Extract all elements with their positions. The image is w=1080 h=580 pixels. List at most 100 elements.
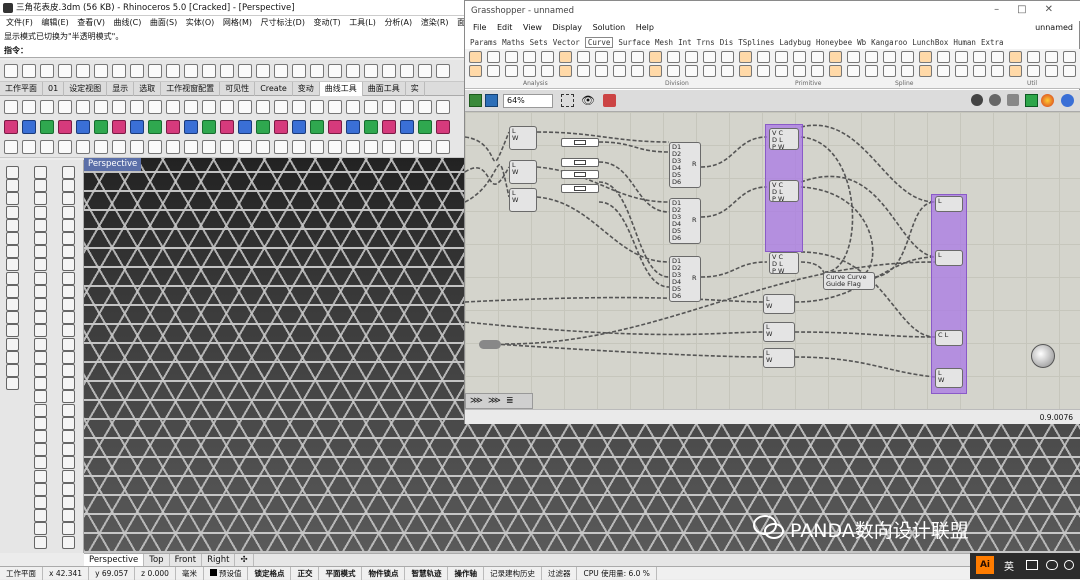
sidebar-tool-button[interactable] [62,258,75,272]
sidebar-tool-button[interactable] [62,205,75,219]
toolbar-button[interactable] [328,140,342,154]
toolbar-button[interactable] [184,64,198,78]
gh-node-rebuild-3[interactable]: D1 D2 D3 D4 D5 D6 R [669,256,701,302]
gh-component-button[interactable] [883,65,896,77]
toolbar-button[interactable] [148,64,162,78]
gh-component-button[interactable] [739,51,752,63]
toolbar-button[interactable] [382,120,396,134]
gh-component-button[interactable] [919,65,932,77]
gh-tab-curve[interactable]: Curve [584,37,614,48]
gh-component-button[interactable] [469,65,482,77]
toolbar-button[interactable] [292,140,306,154]
gh-tab-surface[interactable]: Surface [618,38,650,47]
sidebar-tool-button[interactable] [6,192,19,206]
gh-component-button[interactable] [811,65,824,77]
gh-tab-maths[interactable]: Maths [502,38,525,47]
toolbar-button[interactable] [346,120,360,134]
toolbar-button[interactable] [382,64,396,78]
open-file-icon[interactable] [469,94,482,107]
gh-component-button[interactable] [1045,51,1058,63]
toolbar-button[interactable] [94,140,108,154]
gh-component-button[interactable] [613,65,626,77]
gh-component-button[interactable] [649,51,662,63]
gh-component-button[interactable] [829,65,842,77]
gh-node-vdp-1[interactable]: V CD LP W [769,128,799,151]
sidebar-tool-button[interactable] [62,482,75,496]
toggle-history[interactable]: 记录建构历史 [484,567,542,580]
sidebar-tool-button[interactable] [6,166,19,179]
toolbar-button[interactable] [184,120,198,134]
sidebar-tool-button[interactable] [34,179,47,193]
sidebar-tool-button[interactable] [34,324,47,338]
toolbar-button[interactable] [220,64,234,78]
sidebar-tool-button[interactable] [34,482,47,496]
zoom-extents-icon[interactable] [561,94,574,107]
toolbar-button[interactable] [364,100,378,114]
tab-set-view[interactable]: 设定视图 [64,82,108,96]
menu-transform[interactable]: 变动(T) [314,18,341,27]
toolbar-button[interactable] [346,140,360,154]
gh-tab-mesh[interactable]: Mesh [655,38,673,47]
gh-toggle[interactable] [479,340,501,349]
gh-component-button[interactable] [793,51,806,63]
gh-component-button[interactable] [523,65,536,77]
sidebar-tool-button[interactable] [34,311,47,325]
gh-component-button[interactable] [883,51,896,63]
tab-select[interactable]: 选取 [134,82,162,96]
gh-node-out-4[interactable]: LW [935,368,963,388]
toolbar-button[interactable] [346,64,360,78]
tab-transform[interactable]: 变动 [293,82,320,96]
display-options-icon[interactable] [1061,94,1074,107]
sidebar-tool-button[interactable] [34,456,47,470]
sidebar-tool-button[interactable] [34,245,47,259]
toolbar-button[interactable] [292,64,306,78]
toolbar-button[interactable] [40,140,54,154]
gh-component-button[interactable] [1045,65,1058,77]
toggle-osnap[interactable]: 物件锁点 [362,567,406,580]
toolbar-button[interactable] [40,64,54,78]
toolbar-button[interactable] [76,64,90,78]
tab-curve-tools[interactable]: 曲线工具 [319,82,363,96]
gh-menu-edit[interactable]: Edit [497,23,513,32]
gh-node-out-1[interactable]: L [935,196,963,212]
toolbar-button[interactable] [112,140,126,154]
toolbar-button[interactable] [436,120,450,134]
gh-node-input-3[interactable]: L W [509,188,537,212]
sidebar-tool-button[interactable] [6,364,19,377]
toggle-grid-snap[interactable]: 锁定格点 [248,567,292,580]
wire-display-icon[interactable]: ⋙ [470,396,483,406]
tab-cplane[interactable]: 工作平面 [0,82,43,96]
gh-component-button[interactable] [577,51,590,63]
gh-component-button[interactable] [721,51,734,63]
settings-icon[interactable] [1064,560,1074,570]
keyboard-icon[interactable] [1026,560,1038,570]
toolbar-button[interactable] [364,120,378,134]
toolbar-button[interactable] [220,120,234,134]
gh-component-button[interactable] [469,51,482,63]
toolbar-button[interactable] [310,64,324,78]
gh-menu-solution[interactable]: Solution [593,23,626,32]
preview-shaded-icon[interactable] [1007,94,1019,106]
preview-selected-icon[interactable] [1025,94,1038,107]
sidebar-tool-button[interactable] [62,284,75,298]
toolbar-button[interactable] [58,140,72,154]
gh-component-button[interactable] [667,51,680,63]
sidebar-tool-button[interactable] [34,377,47,391]
gh-menu-file[interactable]: File [473,23,486,32]
gh-component-button[interactable] [919,51,932,63]
sidebar-tool-button[interactable] [62,337,75,351]
toolbar-button[interactable] [364,64,378,78]
sidebar-tool-button[interactable] [62,377,75,391]
preview-eye-icon[interactable]: 👁 [581,94,597,107]
sidebar-tool-button[interactable] [34,522,47,536]
gh-tab-ladybug[interactable]: Ladybug [779,38,811,47]
toolbar-button[interactable] [400,64,414,78]
toolbar-button[interactable] [4,140,18,154]
sidebar-tool-button[interactable] [34,430,47,443]
gh-node-rebuild-2[interactable]: D1 D2 D3 D4 D5 D6 R [669,198,701,244]
sidebar-tool-button[interactable] [6,337,19,351]
toolbar-button[interactable] [274,140,288,154]
gh-component-button[interactable] [1027,65,1040,77]
toolbar-button[interactable] [22,120,36,134]
toolbar-button[interactable] [346,100,360,114]
